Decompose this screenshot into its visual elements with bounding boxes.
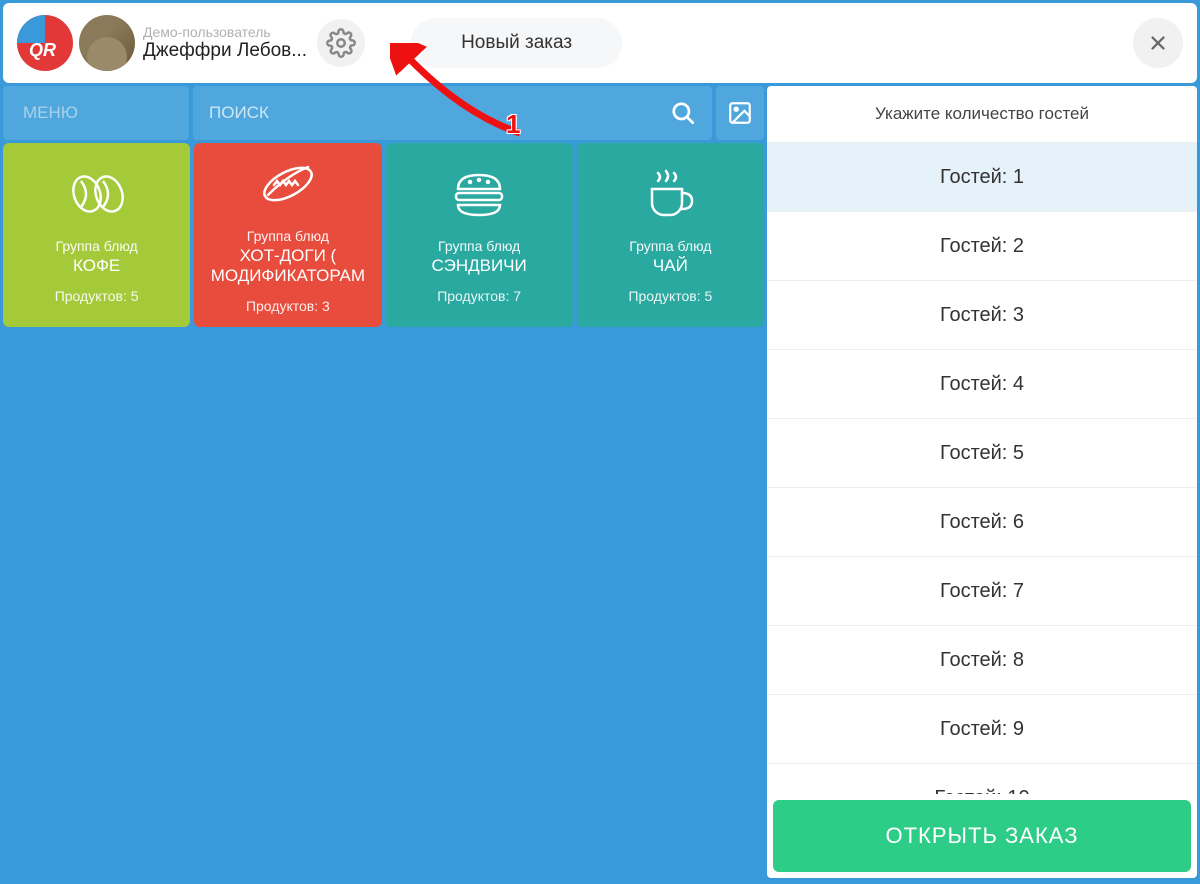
settings-button[interactable] [317, 19, 365, 67]
guest-count-option[interactable]: Гостей: 9 [767, 695, 1197, 764]
user-role-label: Демо-пользователь [143, 24, 307, 40]
tile-group-label: Группа блюд [629, 238, 711, 254]
tile-title: СЭНДВИЧИ [432, 256, 527, 276]
annotation-number: 1 [506, 109, 520, 140]
guest-count-option[interactable]: Гостей: 8 [767, 626, 1197, 695]
tile-group-label: Группа блюд [247, 228, 329, 244]
close-button[interactable] [1133, 18, 1183, 68]
tile-group-label: Группа блюд [56, 238, 138, 254]
open-order-button[interactable]: ОТКРЫТЬ ЗАКАЗ [773, 800, 1191, 872]
header-bar: QR Демо-пользователь Джеффри Лебов... Но… [3, 3, 1197, 83]
hotdog-icon [256, 156, 320, 212]
category-tiles: Группа блюд КОФЕ Продуктов: 5 Группа блюд ХО… [0, 143, 767, 327]
guest-count-option[interactable]: Гостей: 10 [767, 764, 1197, 794]
guest-list: Гостей: 1Гостей: 2Гостей: 3Гостей: 4Гост… [767, 143, 1197, 794]
user-name-label: Джеффри Лебов... [143, 40, 307, 62]
guest-count-option[interactable]: Гостей: 4 [767, 350, 1197, 419]
guest-count-option[interactable]: Гостей: 5 [767, 419, 1197, 488]
tile-title: ХОТ-ДОГИ ( МОДИФИКАТОРАМ [200, 246, 375, 285]
search-icon [670, 100, 696, 126]
menu-panel: МЕНЮ ПОИСК Группа блюдКОФЕПродуктов: 5Гр… [0, 86, 767, 881]
guest-count-option[interactable]: Гостей: 6 [767, 488, 1197, 557]
tile-title: ЧАЙ [653, 256, 688, 276]
tile-title: КОФЕ [73, 256, 120, 276]
app-logo-text: QR [29, 40, 56, 61]
guest-count-option[interactable]: Гостей: 2 [767, 212, 1197, 281]
search-placeholder: ПОИСК [209, 103, 670, 123]
user-info[interactable]: Демо-пользователь Джеффри Лебов... [143, 24, 307, 62]
close-icon [1147, 32, 1169, 54]
burger-icon [450, 166, 508, 222]
menu-toolbar: МЕНЮ ПОИСК [3, 86, 764, 140]
search-input[interactable]: ПОИСК [193, 86, 712, 140]
guest-panel: Укажите количество гостей Гостей: 1Госте… [767, 86, 1197, 878]
category-tile[interactable]: Группа блюд КОФЕ Продуктов: 5 [3, 143, 190, 327]
guest-count-option[interactable]: Гостей: 3 [767, 281, 1197, 350]
category-tile[interactable]: Группа блюд ХОТ-ДОГИ ( МОДИФИКАТОРАМ Проду… [194, 143, 381, 327]
open-order-label: ОТКРЫТЬ ЗАКАЗ [886, 823, 1079, 849]
image-mode-button[interactable] [716, 86, 764, 140]
guest-count-option[interactable]: Гостей: 7 [767, 557, 1197, 626]
menu-button[interactable]: МЕНЮ [3, 86, 189, 140]
tile-count: Продуктов: 5 [628, 288, 712, 304]
category-tile[interactable]: Группа блюд ЧАЙ Продуктов: 5 [577, 143, 764, 327]
tile-group-label: Группа блюд [438, 238, 520, 254]
new-order-label: Новый заказ [461, 32, 572, 54]
app-logo: QR [17, 15, 73, 71]
tile-count: Продуктов: 7 [437, 288, 521, 304]
guest-count-option[interactable]: Гостей: 1 [767, 143, 1197, 212]
menu-label: МЕНЮ [23, 103, 78, 123]
image-icon [727, 100, 753, 126]
coffee-bean-icon [67, 166, 127, 222]
gear-icon [326, 28, 356, 58]
guest-panel-header: Укажите количество гостей [767, 86, 1197, 143]
user-avatar[interactable] [79, 15, 135, 71]
category-tile[interactable]: Группа блюд СЭНДВИЧИ Продуктов: 7 [386, 143, 573, 327]
new-order-button[interactable]: Новый заказ [411, 18, 622, 68]
tile-count: Продуктов: 5 [55, 288, 139, 304]
tile-count: Продуктов: 3 [246, 298, 330, 314]
tea-icon [642, 166, 698, 222]
